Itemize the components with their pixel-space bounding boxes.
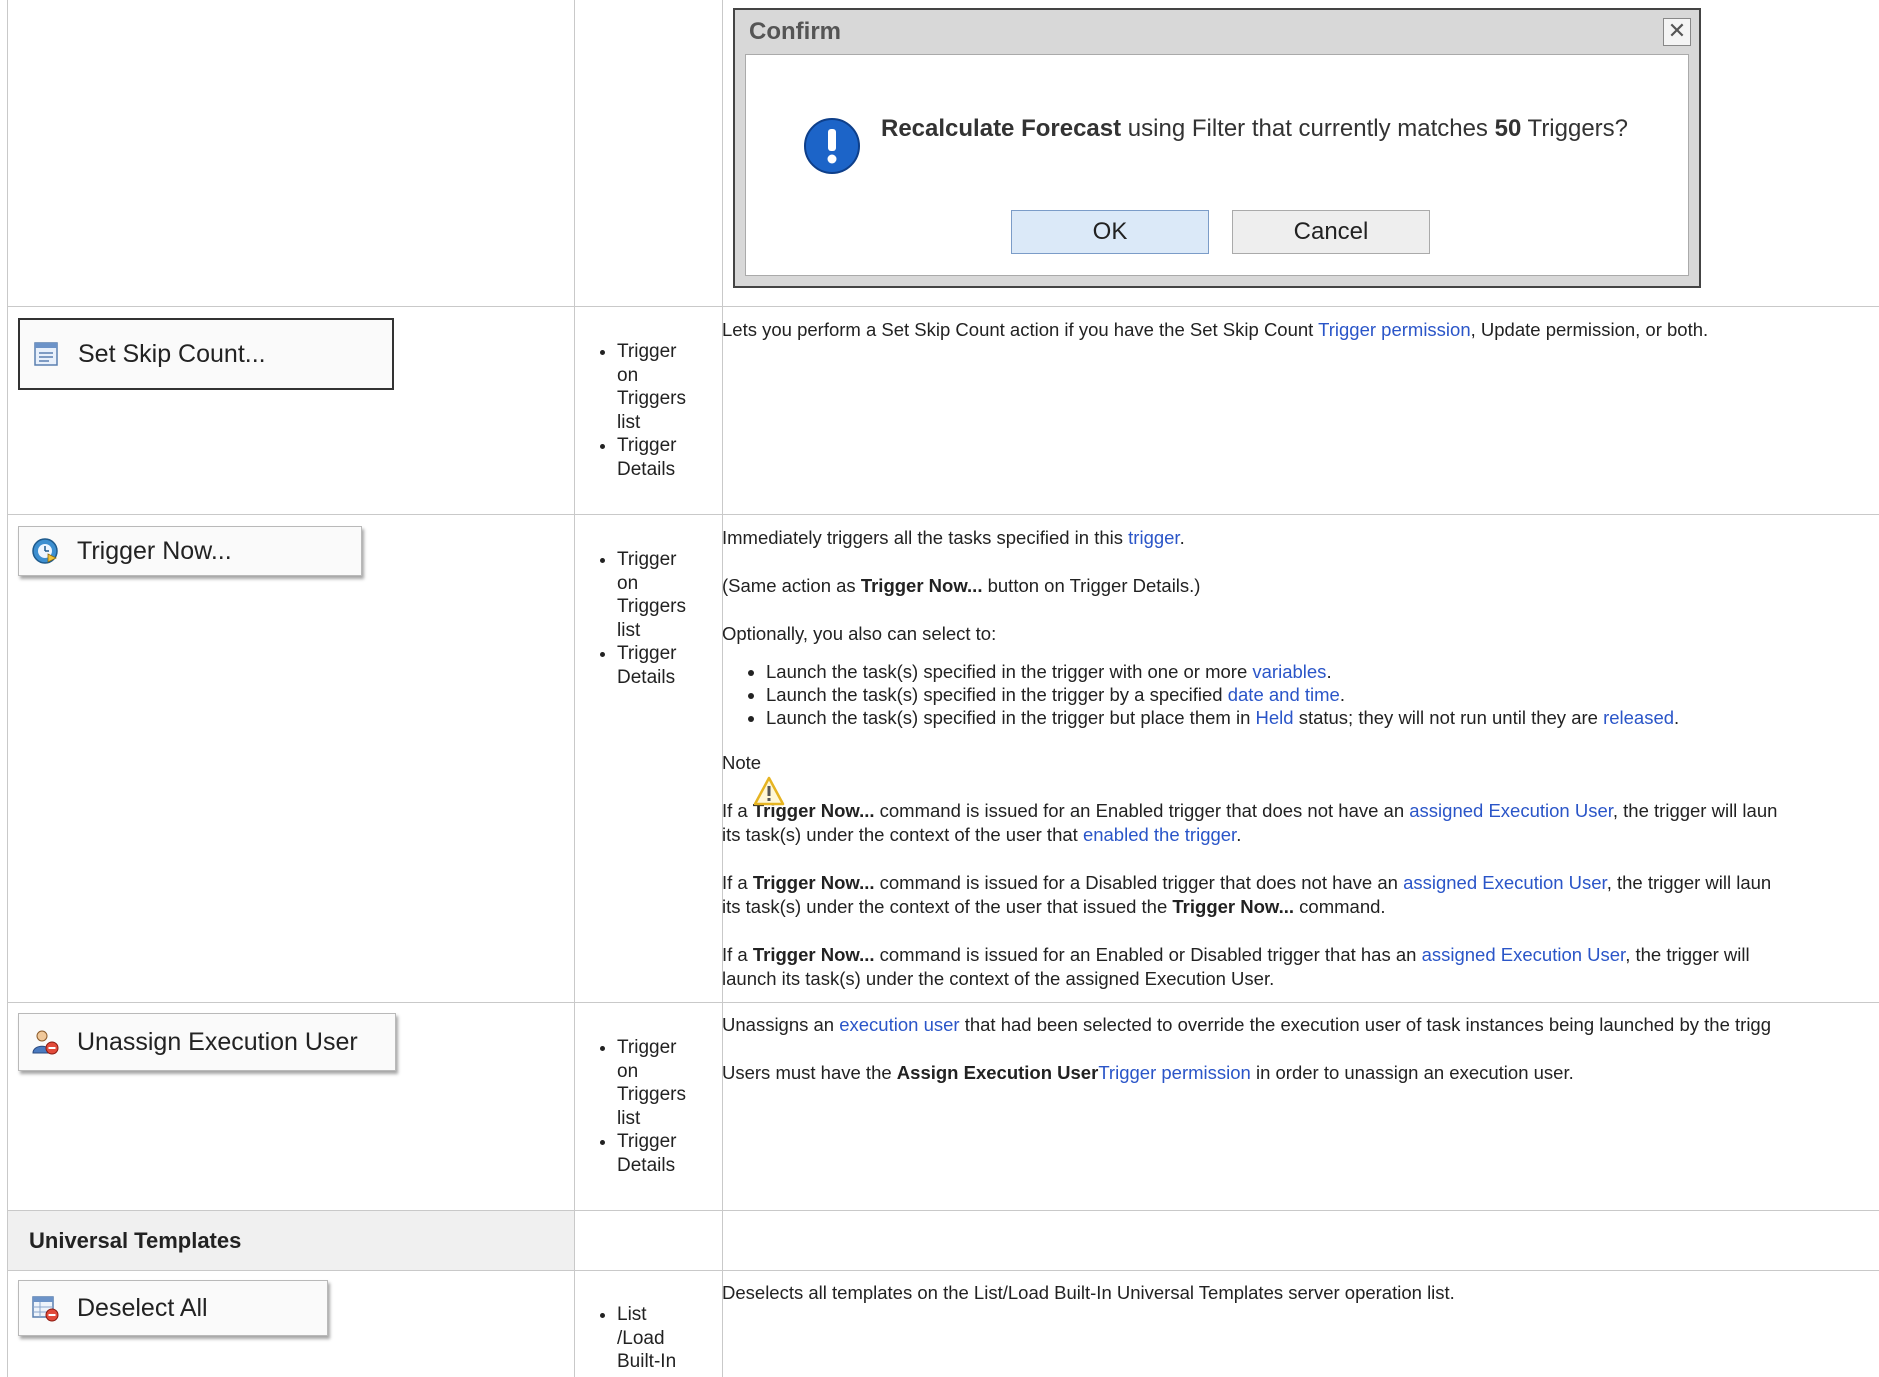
trigger-permission-link[interactable]: Trigger permission — [1318, 319, 1471, 340]
close-icon[interactable]: ✕ — [1663, 18, 1691, 46]
button-label: Deselect All — [77, 1293, 208, 1322]
button-label: Unassign Execution User — [77, 1027, 358, 1056]
enabled-the-trigger-link[interactable]: enabled the trigger — [1083, 824, 1236, 845]
location-item: Trigger Details — [617, 434, 695, 481]
cancel-button[interactable]: Cancel — [1232, 210, 1430, 254]
button-label: Set Skip Count... — [78, 339, 266, 368]
trigger-now-button[interactable]: Trigger Now... — [18, 526, 362, 576]
date-and-time-link[interactable]: date and time — [1228, 684, 1340, 705]
location-item: Trigger Details — [617, 642, 695, 689]
locations-unassign: Trigger on Triggers list Trigger Details — [575, 1036, 695, 1177]
set-skip-count-button[interactable]: Set Skip Count... — [18, 318, 394, 390]
ok-button[interactable]: OK — [1011, 210, 1209, 254]
skip-count-icon — [34, 342, 58, 366]
trigger-link[interactable]: trigger — [1128, 527, 1179, 548]
trigger-permission-link[interactable]: Trigger permission — [1098, 1062, 1251, 1083]
dialog-message: Recalculate Forecast using Filter that c… — [881, 115, 1629, 142]
description-deselect: Deselects all templates on the List/Load… — [722, 1282, 1455, 1303]
released-link[interactable]: released — [1603, 707, 1674, 728]
confirm-dialog: Confirm ✕ Recalculate Forecast using Fil… — [733, 8, 1701, 288]
warning-icon — [753, 776, 785, 806]
locations-skip: Trigger on Triggers list Trigger Details — [575, 340, 695, 481]
unassign-execution-user-button[interactable]: Unassign Execution User — [18, 1013, 396, 1071]
assigned-execution-user-link[interactable]: assigned Execution User — [1403, 872, 1607, 893]
location-item: Trigger on Triggers list — [617, 548, 695, 642]
deselect-all-icon — [32, 1296, 59, 1322]
locations-deselect: List /Load Built-In — [575, 1303, 695, 1374]
description-unassign: Unassigns an execution user that had bee… — [722, 1014, 1772, 1083]
section-heading: Universal Templates — [29, 1228, 242, 1253]
assigned-execution-user-link[interactable]: assigned Execution User — [1422, 944, 1626, 965]
description-trigger-now: Immediately triggers all the tasks speci… — [722, 526, 1879, 991]
dialog-title: Confirm — [749, 18, 841, 45]
held-link[interactable]: Held — [1256, 707, 1294, 728]
location-item: Trigger on Triggers list — [617, 340, 695, 434]
location-item: Trigger Details — [617, 1130, 695, 1177]
variables-link[interactable]: variables — [1252, 661, 1326, 682]
dialog-body: Recalculate Forecast using Filter that c… — [745, 54, 1689, 276]
locations-now: Trigger on Triggers list Trigger Details — [575, 548, 695, 689]
execution-user-link[interactable]: execution user — [839, 1014, 959, 1035]
deselect-all-button[interactable]: Deselect All — [18, 1280, 328, 1336]
assigned-execution-user-link[interactable]: assigned Execution User — [1409, 800, 1613, 821]
info-exclamation-icon — [804, 118, 860, 174]
unassign-user-icon — [32, 1030, 59, 1055]
trigger-now-icon — [32, 538, 58, 564]
location-item: Trigger on Triggers list — [617, 1036, 695, 1130]
description-skip: Lets you perform a Set Skip Count action… — [722, 319, 1709, 340]
note-title: Note — [722, 752, 762, 773]
button-label: Trigger Now... — [77, 536, 232, 565]
location-item: List /Load Built-In — [617, 1303, 695, 1374]
